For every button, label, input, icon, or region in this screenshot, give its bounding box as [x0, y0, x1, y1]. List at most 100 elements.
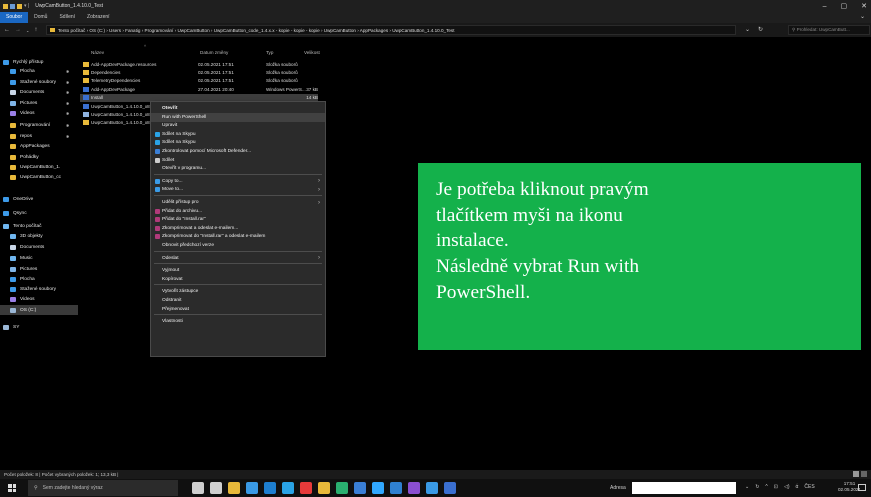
opera-icon[interactable] — [300, 482, 312, 494]
vscode-icon[interactable] — [390, 482, 402, 494]
sidebar-item[interactable]: Plocha — [0, 274, 78, 284]
menu-item[interactable]: Otevřít v programu... — [151, 164, 325, 173]
sidebar-item[interactable]: Pictures ✱ — [0, 98, 78, 108]
menu-item-label: Zkomprimovat do "Install.rar" a odeslat … — [162, 234, 266, 240]
sidebar-item[interactable]: UwpCamButton_1. — [0, 162, 78, 172]
forward-arrow-icon[interactable]: → — [15, 27, 21, 33]
menu-item-label: Vlastnosti — [162, 319, 183, 325]
language-indicator[interactable]: ČES — [804, 484, 814, 490]
edge-icon[interactable] — [264, 482, 276, 494]
sidebar-item[interactable]: Music — [0, 253, 78, 263]
sidebar-item[interactable]: Stažené soubory ✱ — [0, 77, 78, 87]
menu-item[interactable]: Obnovit předchozí verze — [151, 241, 325, 250]
sidebar-item[interactable]: Documents — [0, 242, 78, 252]
drive-icon — [10, 307, 16, 313]
sidebar-item-label: Documents — [20, 89, 45, 95]
maps-icon[interactable] — [336, 482, 348, 494]
sidebar-item[interactable]: Videos ✱ — [0, 108, 78, 118]
sidebar-item-label: repos — [20, 133, 32, 139]
sidebar-item[interactable]: UwpCamButton_cc — [0, 172, 78, 182]
app-icon[interactable] — [426, 482, 438, 494]
address-go-icon[interactable]: ⌄ — [745, 484, 749, 490]
menu-item[interactable]: Odeslat › — [151, 254, 325, 263]
sidebar-item[interactable]: Plocha ✱ — [0, 66, 78, 76]
file-row[interactable]: Add-AppDevPackage.resources 02.05.2021 17… — [80, 60, 318, 68]
file-type: Složka souborů — [266, 69, 298, 75]
menu-item[interactable]: Přejmenovat — [151, 305, 325, 314]
taskbar-address-toolbar[interactable]: Adresa — [610, 482, 736, 494]
sidebar-item[interactable]: Pictures — [0, 264, 78, 274]
menu-item[interactable]: Move to... › — [151, 185, 325, 194]
tab-sdileni[interactable]: Sdílení — [53, 12, 81, 23]
pin-icon: ✱ — [66, 100, 70, 106]
explorer-icon[interactable] — [318, 482, 330, 494]
refresh-icon[interactable]: ↻ — [758, 26, 763, 33]
file-date: 02.05.2021 17:51 — [198, 78, 234, 84]
file-row[interactable]: Add-AppDevPackage 27.04.2021 20:40 Windows… — [80, 85, 318, 93]
sidebar-item[interactable]: Videos — [0, 294, 78, 304]
close-button[interactable]: ✕ — [861, 2, 867, 10]
menu-item[interactable]: Kopírovat — [151, 275, 325, 284]
chrome-icon[interactable] — [246, 482, 258, 494]
visualstudio-icon[interactable] — [408, 482, 420, 494]
ime-icon[interactable]: ά — [795, 484, 798, 490]
sidebar-item[interactable]: Documents ✱ — [0, 87, 78, 97]
sidebar-item[interactable]: 3D objekty — [0, 231, 78, 241]
sidebar-item[interactable]: AppPackages — [0, 141, 78, 151]
file-row[interactable]: TelemetryDependencies 02.05.2021 17:51 Slo… — [80, 77, 318, 85]
column-header-type[interactable]: Typ — [266, 50, 273, 55]
tab-domu[interactable]: Domů — [28, 12, 53, 23]
sidebar-item[interactable]: Qsync — [0, 208, 78, 218]
sidebar-item[interactable]: Stažené soubory — [0, 284, 78, 294]
taskbar-search-input[interactable]: ⚲ Sem zadejte hledaný výraz — [28, 480, 178, 496]
search-input[interactable]: ⚲ Prohledat: UwpCamButt... — [788, 25, 870, 35]
file-row[interactable]: Dependencies 02.05.2021 17:51 Složka soubo… — [80, 68, 318, 76]
sidebar-item[interactable]: repos ✱ — [0, 131, 78, 141]
minimize-button[interactable]: – — [823, 3, 827, 10]
sidebar-item-label: UwpCamButton_cc — [20, 174, 62, 180]
folder-icon — [50, 28, 55, 32]
address-bar[interactable]: Tento počítač › OS (C:) › Users › Fanati… — [46, 25, 736, 35]
back-arrow-icon[interactable]: ← — [4, 27, 10, 33]
volume-icon[interactable]: ◁) — [784, 484, 790, 490]
notification-icon[interactable] — [858, 484, 866, 491]
folder-icon[interactable] — [3, 3, 8, 9]
sidebar-item[interactable]: OS (C:) — [0, 305, 78, 315]
taskbar-search-placeholder: Sem zadejte hledaný výraz — [42, 485, 103, 491]
address-dropdown-icon[interactable]: ⌄ — [745, 26, 750, 33]
column-header-name[interactable]: Název — [91, 50, 104, 55]
skype-icon[interactable] — [282, 482, 294, 494]
new-folder-icon[interactable] — [17, 3, 22, 9]
maximize-button[interactable]: ▢ — [841, 2, 848, 10]
store-icon[interactable] — [228, 482, 240, 494]
menu-item-label: Move to... — [162, 187, 184, 193]
mail-icon[interactable] — [354, 482, 366, 494]
refresh-icon[interactable]: ↻ — [755, 484, 759, 490]
app2-icon[interactable] — [444, 482, 456, 494]
recent-dropdown-icon[interactable]: ⌄ — [26, 28, 29, 33]
taskview-icon[interactable] — [210, 482, 222, 494]
large-icons-view-icon[interactable] — [861, 471, 867, 477]
tab-soubor[interactable]: Soubor — [0, 12, 29, 23]
start-button[interactable] — [8, 484, 16, 492]
details-view-icon[interactable] — [853, 471, 859, 477]
properties-icon[interactable] — [10, 3, 15, 9]
sidebar-item[interactable]: SY — [0, 322, 78, 332]
file-type: Windows PowerS... — [266, 86, 306, 92]
network-icon[interactable]: ⊡ — [774, 484, 778, 490]
up-arrow-icon[interactable]: ↑ — [34, 27, 37, 33]
photoshop-icon[interactable] — [372, 482, 384, 494]
tray-overflow-icon[interactable]: ^ — [765, 484, 767, 490]
sidebar-item[interactable]: OneDrive — [0, 194, 78, 204]
sidebar-item[interactable]: Pohádky — [0, 152, 78, 162]
cortana-icon[interactable] — [192, 482, 204, 494]
expand-ribbon-icon[interactable]: ⌄ — [860, 13, 865, 20]
sidebar-item-label: Videos — [20, 110, 35, 116]
qa-dropdown-icon[interactable]: ▾ | — [24, 3, 29, 9]
sidebar-item[interactable]: Programování ✱ — [0, 120, 78, 130]
menu-item[interactable]: Vlastnosti — [151, 317, 325, 326]
column-header-date[interactable]: Datum změny — [200, 50, 228, 55]
tab-zobrazeni[interactable]: Zobrazení — [81, 12, 116, 23]
sidebar-item[interactable]: Tento počítač — [0, 221, 78, 231]
column-header-size[interactable]: Velikost — [304, 50, 320, 55]
